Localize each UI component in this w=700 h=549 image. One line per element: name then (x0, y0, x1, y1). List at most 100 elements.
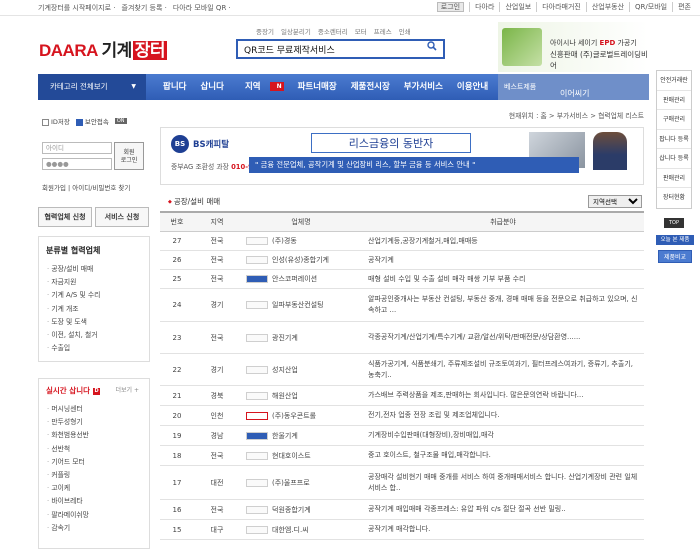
live-item[interactable]: 감속기 (39, 522, 149, 535)
real-estate-link[interactable]: 산업부동산 (592, 3, 624, 11)
add-bookmark-link[interactable]: 즐겨찾기 등록 · (122, 3, 167, 13)
nav-partner[interactable]: 파트너매장 (291, 74, 344, 100)
table-row[interactable]: 23 전국 광진기계 각종공작기계/산업기계/특수기계/ 교환/알선/위탁/판매전문/… (160, 322, 644, 354)
set-homepage-link[interactable]: 기계장터를 시작페이지로 · (38, 3, 116, 13)
password-field[interactable]: ●●●● (42, 158, 112, 170)
nav-guide[interactable]: 이용안내 (450, 74, 495, 100)
category-item[interactable]: 공장/설비 매매 (39, 263, 149, 276)
scroll-top-button[interactable]: TOP (664, 218, 684, 228)
company-name[interactable]: 한울기계 (272, 431, 298, 441)
table-row[interactable]: 26 전국 인성(유성)종합기계 공작기계 (160, 251, 644, 270)
header-ad-banner[interactable]: 아이시나 세이기 EPD 가공기 신흥판매 (주)글로벌트레이딩비어 (498, 22, 648, 72)
row-company[interactable]: 인성(유성)종합기계 (240, 251, 362, 269)
live-item[interactable]: 만두성형기 (39, 416, 149, 429)
nav-buy[interactable]: 삽니다 (193, 74, 230, 100)
live-item[interactable]: 머시닝센터 (39, 403, 149, 416)
row-company[interactable]: 현대호이스트 (240, 446, 362, 465)
row-company[interactable]: 광진기계 (240, 322, 362, 353)
table-row[interactable]: 19 경남 한울기계 기계장비수입판매(대형장비),장비매입,매각 (160, 426, 644, 446)
company-name[interactable]: 광진기계 (272, 333, 298, 343)
daara-link[interactable]: 다아라 (475, 3, 494, 11)
nav-sell[interactable]: 팝니다 (156, 74, 193, 100)
table-row[interactable]: 20 인천 (주)동우콘트롤 전기,전자 업종 전장 조립 및 제조업체입니다. (160, 406, 644, 426)
row-company[interactable]: (주)동우콘트롤 (240, 406, 362, 425)
row-company[interactable]: 한울기계 (240, 426, 362, 445)
row-company[interactable]: 성지산업 (240, 354, 362, 385)
table-row[interactable]: 17 대전 (주)울프프로 공장매각 설비현기 매매 중개를 서비스 하여 중개매매서… (160, 466, 644, 500)
quick-safe-trade[interactable]: 안전거래란 (657, 71, 691, 91)
company-name[interactable]: (주)경동 (272, 236, 297, 246)
live-item[interactable]: 선반척 (39, 443, 149, 456)
row-company[interactable]: 덕원종합기계 (240, 500, 362, 519)
keyword-link[interactable]: 모터 (355, 26, 367, 36)
table-row[interactable]: 15 대구 대한엠.디.씨 공작기계 매각합니다. (160, 520, 644, 540)
company-name[interactable]: 덕원종합기계 (272, 505, 311, 515)
table-row[interactable]: 27 전국 (주)경동 산업기계등,공장기계철거,매입,매매등 (160, 232, 644, 251)
quick-sales-manage-2[interactable]: 판매관리 (657, 169, 691, 188)
login-button-top[interactable]: 로그인 (436, 2, 465, 12)
live-item[interactable]: 바이브레타 (39, 495, 149, 508)
category-item[interactable]: 수출입 (39, 342, 149, 355)
partner-apply-button[interactable]: 협력업체 신청 (38, 207, 92, 227)
magazine-link[interactable]: 다아라매거진 (542, 3, 581, 11)
keyword-link[interactable]: 일상분리기 (281, 26, 311, 36)
company-name[interactable]: 해원산업 (272, 391, 298, 401)
live-item[interactable]: 기어드 모터 (39, 456, 149, 469)
qr-mobile-link[interactable]: QR/모바일 (635, 3, 667, 11)
row-company[interactable]: 안스코퍼레이션 (240, 270, 362, 288)
table-row[interactable]: 16 전국 덕원종합기계 공작기계 매입매매 각종프레스: 유압 파워 c/s 절단 … (160, 500, 644, 520)
quick-sales-manage[interactable]: 판매관리 (657, 91, 691, 110)
find-account-link[interactable]: 아이디/비밀번호 찾기 (72, 184, 130, 192)
quick-market-status[interactable]: 장터현황 (657, 188, 691, 208)
mobile-qr-link[interactable]: 다아라 모바일 QR · (173, 3, 231, 13)
company-name[interactable]: (주)울프프로 (272, 478, 310, 488)
industry-news-link[interactable]: 산업일보 (505, 3, 531, 11)
keyword-link[interactable]: 프레스 (374, 26, 392, 36)
nav-extra[interactable]: 부가서비스 (397, 74, 450, 100)
company-name[interactable]: 대한엠.디.씨 (272, 525, 309, 535)
quick-buy-register[interactable]: 삽니다 등록 (657, 149, 691, 169)
nav-region[interactable]: 지역 N (231, 74, 291, 100)
best-product-box[interactable]: 베스트제품 이어씨기 (498, 74, 649, 100)
bs-capital-banner[interactable]: BS BS캐피탈 리스금융의 동반자 중부AG 조환성 과장 010-9500-… (160, 127, 644, 185)
live-item[interactable]: 화천범용선반 (39, 429, 149, 442)
site-logo[interactable]: DAARA 기계 장터 (39, 36, 168, 61)
compare-button[interactable]: 제품비교 (658, 250, 692, 263)
row-company[interactable]: (주)울프프로 (240, 466, 362, 499)
search-icon[interactable] (421, 41, 443, 57)
table-row[interactable]: 21 경북 해원산업 가스배브 주력상품을 제조,판매하는 회사입니다. 많은문의연락… (160, 386, 644, 406)
nav-showroom[interactable]: 제품전시장 (344, 74, 397, 100)
row-company[interactable]: 대한엠.디.씨 (240, 520, 362, 539)
login-button[interactable]: 회원 로그인 (114, 142, 144, 170)
id-field[interactable]: 아이디 (42, 142, 112, 154)
keyword-link[interactable]: 중장기 (256, 26, 274, 36)
company-name[interactable]: 성지산업 (272, 365, 298, 375)
quick-sell-register[interactable]: 팝니다 등록 (657, 130, 691, 149)
misc-link[interactable]: 편존 (678, 3, 691, 11)
more-link[interactable]: 더보기 + (116, 385, 140, 394)
company-name[interactable]: (주)동우콘트롤 (272, 411, 316, 421)
keyword-link[interactable]: 인쇄 (399, 26, 411, 36)
company-name[interactable]: 현대호이스트 (272, 451, 311, 461)
company-name[interactable]: 안스코퍼레이션 (272, 274, 317, 284)
live-item[interactable]: 팔라메이쉬망 (39, 509, 149, 522)
service-apply-button[interactable]: 서비스 신청 (95, 207, 149, 227)
search-input[interactable] (238, 41, 418, 57)
id-save-checkbox[interactable]: ID저장 (42, 116, 70, 126)
region-select[interactable]: 지역선택 (588, 195, 642, 208)
table-row[interactable]: 25 전국 안스코퍼레이션 매형 설비 수입 및 수출 설비 매각 매쌍 기부 부품 … (160, 270, 644, 289)
table-row[interactable]: 22 경기 성지산업 식품가공기계, 식품분쇄기, 주류제조설비 규조토여과기, 필터… (160, 354, 644, 386)
live-item[interactable]: 커플링 (39, 469, 149, 482)
company-name[interactable]: 인성(유성)종합기계 (272, 255, 329, 265)
category-item[interactable]: 도장 및 도색 (39, 316, 149, 329)
category-item[interactable]: 기계 A/S 및 수리 (39, 289, 149, 302)
join-link[interactable]: 회원가입 (42, 184, 66, 192)
live-item[interactable]: 고이케 (39, 482, 149, 495)
category-item[interactable]: 자금지원 (39, 276, 149, 289)
table-row[interactable]: 24 경기 일파부동산컨설팅 알파공인중개사는 부동산 컨설팅, 부동산 중개, 경매… (160, 289, 644, 322)
secure-login-checkbox[interactable]: 보안접속 (75, 116, 109, 126)
row-company[interactable]: (주)경동 (240, 232, 362, 250)
quick-purchase-manage[interactable]: 구매관리 (657, 110, 691, 130)
category-item[interactable]: 이전, 설치, 철거 (39, 329, 149, 342)
category-item[interactable]: 기계 개조 (39, 303, 149, 316)
